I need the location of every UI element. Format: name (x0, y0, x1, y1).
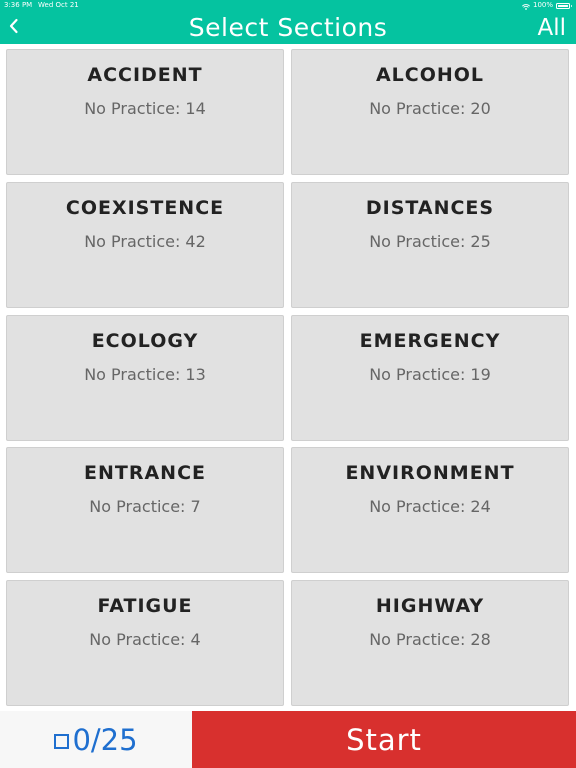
section-count: No Practice: 14 (84, 99, 206, 118)
section-count: No Practice: 24 (369, 497, 491, 516)
section-card-distances[interactable]: DISTANCES No Practice: 25 (291, 182, 569, 308)
section-card-accident[interactable]: ACCIDENT No Practice: 14 (6, 49, 284, 175)
selection-count: 0/25 (72, 722, 138, 757)
section-card-highway[interactable]: HIGHWAY No Practice: 28 (291, 580, 569, 706)
section-card-coexistence[interactable]: COEXISTENCE No Practice: 42 (6, 182, 284, 308)
status-time: 3:36 PM (4, 1, 33, 9)
section-card-environment[interactable]: ENVIRONMENT No Practice: 24 (291, 447, 569, 573)
section-count: No Practice: 25 (369, 232, 491, 251)
section-title: ACCIDENT (87, 64, 203, 86)
section-count: No Practice: 28 (369, 630, 491, 649)
section-card-entrance[interactable]: ENTRANCE No Practice: 7 (6, 447, 284, 573)
section-count: No Practice: 20 (369, 99, 491, 118)
page-title: Select Sections (188, 13, 388, 42)
section-card-ecology[interactable]: ECOLOGY No Practice: 13 (6, 315, 284, 441)
section-title: ENVIRONMENT (345, 462, 515, 484)
section-title: ENTRANCE (84, 462, 206, 484)
section-title: ECOLOGY (91, 330, 199, 352)
bottom-bar: 0/25 Start (0, 711, 576, 768)
section-title: DISTANCES (365, 197, 495, 219)
section-card-emergency[interactable]: EMERGENCY No Practice: 19 (291, 315, 569, 441)
section-title: HIGHWAY (375, 595, 485, 617)
select-sections-screen: 3:36 PM Wed Oct 21 100% Select Sections (0, 0, 576, 768)
status-right: 100% (521, 0, 572, 11)
battery-percent: 100% (532, 1, 553, 9)
status-bar: 3:36 PM Wed Oct 21 100% (0, 0, 576, 11)
section-title: ALCOHOL (375, 64, 485, 86)
section-title: COEXISTENCE (65, 197, 225, 219)
section-count: No Practice: 7 (89, 497, 201, 516)
select-all-button[interactable]: All (537, 12, 566, 44)
section-title: FATIGUE (97, 595, 193, 617)
checkbox-icon (54, 733, 70, 749)
section-count: No Practice: 4 (89, 630, 201, 649)
header-bar: 3:36 PM Wed Oct 21 100% Select Sections (0, 0, 576, 44)
section-count: No Practice: 19 (369, 365, 491, 384)
section-card-fatigue[interactable]: FATIGUE No Practice: 4 (6, 580, 284, 706)
wifi-icon (521, 3, 531, 10)
section-count: No Practice: 13 (84, 365, 206, 384)
status-date: Wed Oct 21 (38, 1, 79, 9)
battery-icon (556, 2, 572, 9)
section-title: EMERGENCY (359, 330, 501, 352)
selection-counter[interactable]: 0/25 (0, 711, 192, 768)
section-count: No Practice: 42 (84, 232, 206, 251)
section-card-alcohol[interactable]: ALCOHOL No Practice: 20 (291, 49, 569, 175)
start-button[interactable]: Start (192, 711, 576, 768)
